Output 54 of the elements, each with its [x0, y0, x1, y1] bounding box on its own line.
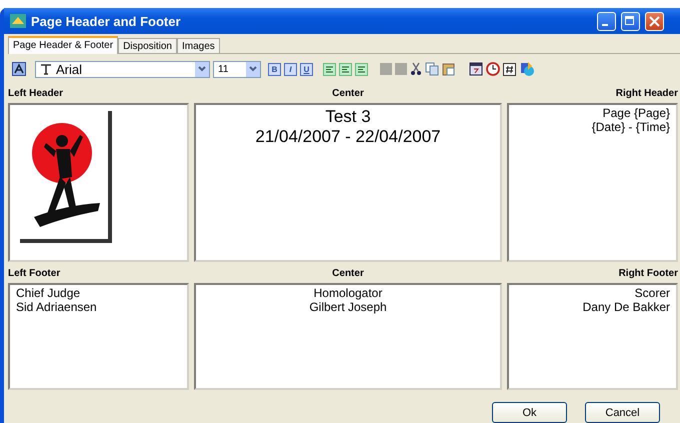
- clock-icon[interactable]: [486, 62, 500, 76]
- disabled-square-icon: [395, 63, 407, 75]
- text-line: Dany De Bakker: [582, 300, 670, 315]
- maximize-button[interactable]: [621, 12, 640, 30]
- calendar-icon[interactable]: [469, 62, 483, 76]
- text-area[interactable]: [8, 103, 189, 262]
- section-label: Center: [331, 87, 365, 101]
- tab[interactable]: Disposition: [118, 38, 177, 53]
- size-dropdown[interactable]: 11: [213, 60, 261, 78]
- paste-icon[interactable]: [442, 62, 455, 76]
- window-title: Page Header and Footer: [31, 14, 182, 28]
- section-label: Right Header: [614, 87, 678, 101]
- ok-button[interactable]: Ok: [492, 402, 567, 423]
- hash-icon[interactable]: [503, 62, 516, 76]
- text-area[interactable]: Scorer Dany De Bakker: [507, 283, 678, 390]
- caret-icon: [198, 66, 206, 72]
- align-center-icon[interactable]: [339, 62, 352, 76]
- align-right-icon[interactable]: [355, 62, 368, 76]
- close-icon: [649, 16, 660, 26]
- text-line: Homologator: [314, 287, 382, 301]
- section-label: Left Footer: [8, 267, 62, 281]
- caret-icon: [249, 66, 257, 72]
- section-label: Center: [331, 267, 365, 281]
- font-dropdown[interactable]: Arial: [35, 60, 210, 78]
- format-button[interactable]: U: [300, 62, 313, 76]
- section-label: Right Footer: [618, 267, 678, 281]
- text-area[interactable]: Chief Judge Sid Adriaensen: [8, 283, 189, 390]
- disabled-square-icon: [380, 63, 392, 75]
- text-line: 21/04/2007 - 22/04/2007: [255, 126, 441, 146]
- layers-icon[interactable]: [519, 61, 535, 77]
- text-line: Scorer: [634, 287, 670, 301]
- format-button[interactable]: B: [268, 62, 281, 76]
- minimize-button[interactable]: [597, 12, 616, 30]
- text-line: Page {Page}: [602, 107, 670, 121]
- section-label: Left Header: [8, 87, 64, 101]
- text-line: Gilbert Joseph: [309, 300, 387, 315]
- text-line: {Date} - {Time}: [592, 120, 670, 135]
- app-icon: [10, 14, 26, 28]
- copy-icon[interactable]: [425, 62, 439, 76]
- text-line: Sid Adriaensen: [16, 300, 97, 315]
- text-line: Test 3: [325, 107, 371, 127]
- text-area[interactable]: Homologator Gilbert Joseph: [194, 283, 502, 390]
- font-icon: [40, 63, 52, 75]
- tab[interactable]: Page Header & Footer: [8, 36, 118, 54]
- format-button[interactable]: I: [284, 62, 297, 76]
- cut-icon[interactable]: [410, 62, 422, 76]
- text-area[interactable]: Page {Page} {Date} - {Time}: [507, 103, 678, 262]
- cancel-button[interactable]: Cancel: [585, 402, 660, 423]
- text-area[interactable]: Test 3 21/04/2007 - 22/04/2007: [194, 103, 502, 262]
- tab[interactable]: Images: [176, 38, 220, 53]
- close-button[interactable]: [645, 12, 664, 30]
- align-left-icon[interactable]: [323, 62, 336, 76]
- font-style-icon[interactable]: [12, 62, 26, 76]
- text-line: Chief Judge: [16, 287, 80, 301]
